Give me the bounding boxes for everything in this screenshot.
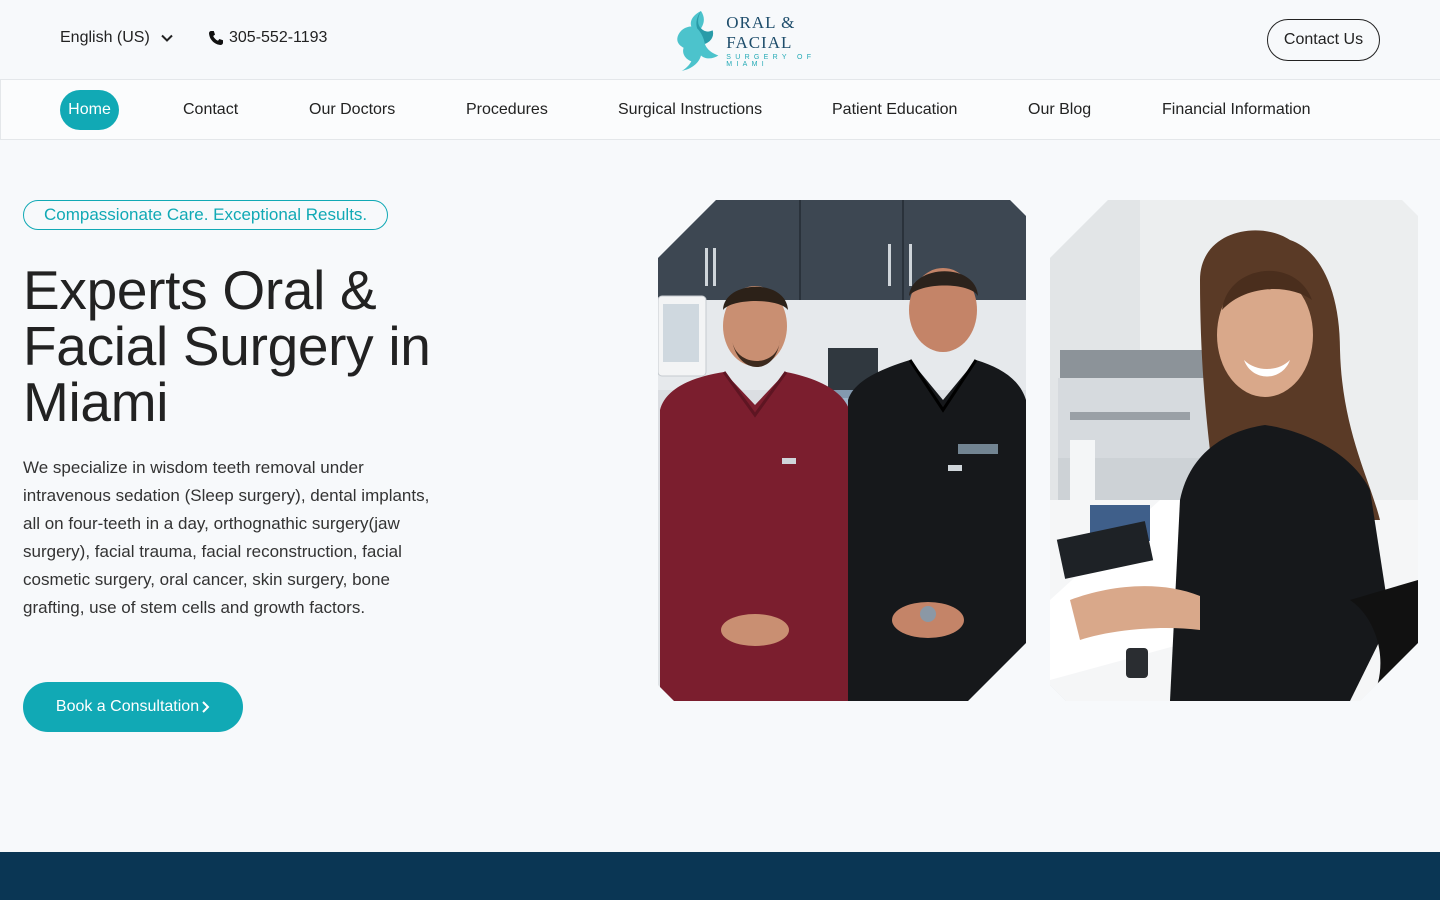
nav-item-label: Surgical Instructions [618,100,763,118]
hero-description: We specialize in wisdom teeth removal un… [23,458,430,617]
nav-item-label: Patient Education [832,100,958,118]
phone-link[interactable]: 305-552-1193 [208,29,327,47]
nav-item-label: Procedures [466,100,548,118]
hero-tagline: Compassionate Care. Exceptional Results. [23,200,389,230]
doctors-photo [658,200,1026,701]
nav-item-financial-information[interactable]: Financial Information [1162,80,1311,139]
nav-item-surgical-instructions[interactable]: Surgical Instructions [618,80,762,139]
book-consultation-label: Book a Consultation [55,698,200,715]
nav-item-procedures[interactable]: Procedures [466,80,548,139]
staff-photo [1050,200,1418,701]
nav-item-home[interactable]: Home [60,80,119,139]
main-nav: Home Contact Our Doctors Procedures Surg… [0,79,1440,140]
hero-headline: Experts Oral & Facial Surgery in Miami [23,259,431,433]
nav-item-our-blog[interactable]: Our Blog [1028,80,1091,139]
nav-item-label: Financial Information [1162,100,1311,118]
top-bar: English (US) 305-552-1193 ORAL & FACIAL … [0,0,1440,79]
language-label: English (US) [60,29,150,46]
chevron-down-icon [161,34,173,42]
nav-item-label: Home [60,89,119,130]
nav-item-label: Contact [183,100,239,118]
staff-photo-illustration [1050,200,1418,701]
nav-item-contact[interactable]: Contact [183,80,238,139]
footer-band [0,852,1440,900]
nav-item-label: Our Blog [1028,100,1092,118]
chevron-right-icon [202,701,210,713]
phone-icon [209,31,223,45]
logo-subtitle: SURGERY OF MIAMI [726,53,816,68]
logo-title: ORAL & FACIAL [726,12,796,52]
contact-us-button[interactable]: Contact Us [1267,19,1380,61]
doctors-photo-illustration [658,200,1026,701]
nav-item-patient-education[interactable]: Patient Education [832,80,957,139]
nav-item-our-doctors[interactable]: Our Doctors [309,80,395,139]
nav-item-label: Our Doctors [309,100,396,118]
phone-number: 305-552-1193 [229,29,328,46]
site-logo[interactable]: ORAL & FACIAL SURGERY OF MIAMI [672,8,862,72]
language-selector[interactable]: English (US) [60,29,174,47]
logo-face-icon [677,11,719,71]
book-consultation-button[interactable]: Book a Consultation [23,682,243,732]
